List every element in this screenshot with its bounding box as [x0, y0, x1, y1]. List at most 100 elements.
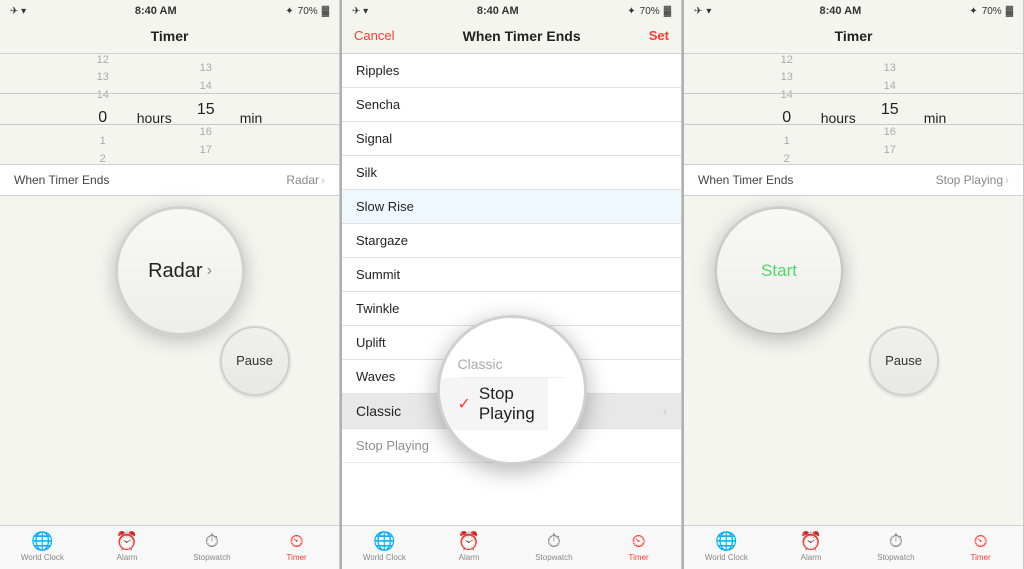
timer-ends-row-3[interactable]: When Timer Ends Stop Playing › — [684, 164, 1023, 196]
set-button[interactable]: Set — [649, 28, 669, 43]
pause-button-3[interactable]: Pause — [869, 326, 939, 396]
picker-3[interactable]: 12 13 14 0 1 2 hours 13 14 15 16 17 min — [684, 54, 1023, 164]
minutes-col-3[interactable]: 13 14 15 16 17 — [860, 60, 920, 159]
hours-above-1a: 12 — [97, 54, 109, 69]
magnify-content: Classic ✓ Stop Playing — [440, 351, 584, 430]
alarm-icon-2: ⏰ — [458, 531, 480, 552]
magnify-circle-3: Start — [714, 206, 844, 336]
tab-stopwatch-1[interactable]: ⏱ Stopwatch — [170, 531, 255, 562]
status-left-3: ✈ ▾ — [694, 6, 711, 17]
bluetooth-icon: ✦ — [285, 6, 293, 17]
tab-worldclock-1[interactable]: 🌐 World Clock — [0, 531, 85, 562]
min-above-3a: 13 — [884, 60, 896, 78]
tab-stopwatch-2[interactable]: ⏱ Stopwatch — [512, 531, 597, 562]
tab-worldclock-2[interactable]: 🌐 World Clock — [342, 531, 427, 562]
list-item-signal[interactable]: Signal — [342, 122, 681, 156]
timer-label-3: Timer — [971, 553, 991, 562]
status-right-3: ✦ 70% ▓ — [969, 6, 1013, 17]
alarm-label-2: Alarm — [459, 553, 480, 562]
magnify-stop-playing[interactable]: ✓ Stop Playing — [440, 378, 548, 430]
list-item-sencha[interactable]: Sencha — [342, 88, 681, 122]
alarm-label-1: Alarm — [117, 553, 138, 562]
min-below-1b: 17 — [200, 142, 212, 160]
list-item-slowrise[interactable]: Slow Rise — [342, 190, 681, 224]
chevron-right-1: › — [321, 173, 325, 187]
hours-col-1[interactable]: 12 13 14 0 1 2 — [73, 54, 133, 164]
battery-icon-2: ▓ — [664, 6, 671, 17]
nav-title-2: When Timer Ends — [394, 28, 648, 44]
plane-icon-3: ✈ — [694, 6, 702, 17]
ripples-label: Ripples — [356, 63, 399, 78]
list-item-silk[interactable]: Silk — [342, 156, 681, 190]
pause-button-1[interactable]: Pause — [220, 326, 290, 396]
wifi-icon-3: ▾ — [706, 6, 711, 17]
pause-label-3: Pause — [885, 353, 922, 368]
timer-icon-2: ⏲ — [632, 531, 646, 552]
status-bar-3: ✈ ▾ 8:40 AM ✦ 70% ▓ — [684, 0, 1023, 20]
cancel-button[interactable]: Cancel — [354, 28, 394, 43]
list-item-ripples[interactable]: Ripples — [342, 54, 681, 88]
hours-above-3a: 12 — [781, 54, 793, 69]
min-label-3: min — [924, 94, 947, 126]
hours-col-3[interactable]: 12 13 14 0 1 2 — [757, 54, 817, 164]
stopwatch-icon-2: ⏱ — [547, 531, 561, 552]
status-time-2: 8:40 AM — [477, 5, 519, 17]
stopwatch-label-1: Stopwatch — [193, 553, 230, 562]
hours-selected-1: 0 — [98, 104, 107, 133]
start-magnified[interactable]: Start — [717, 209, 841, 333]
classic-chevron: › — [663, 404, 667, 418]
stargaze-label: Stargaze — [356, 233, 408, 248]
nav-bar-1: Timer — [0, 20, 339, 54]
hours-selected-3: 0 — [782, 104, 791, 133]
status-bar-2: ✈ ▾ 8:40 AM ✦ 70% ▓ — [342, 0, 681, 20]
stopwatch-icon-3: ⏱ — [889, 531, 903, 552]
radar-label: Radar — [148, 260, 202, 283]
worldclock-icon-1: 🌐 — [31, 531, 53, 552]
status-left-1: ✈ ▾ — [10, 6, 26, 17]
tab-timer-2[interactable]: ⏲ Timer — [596, 531, 681, 562]
tab-alarm-2[interactable]: ⏰ Alarm — [427, 531, 512, 562]
worldclock-icon-3: 🌐 — [715, 531, 737, 552]
pause-label-1: Pause — [236, 353, 273, 368]
nav-title-1: Timer — [52, 28, 287, 44]
nav-title-3: Timer — [736, 28, 971, 44]
status-right-2: ✦ 70% ▓ — [627, 6, 671, 17]
min-below-1a: 16 — [200, 124, 212, 142]
uplift-label: Uplift — [356, 335, 386, 350]
worldclock-label-2: World Clock — [363, 553, 406, 562]
twinkle-label: Twinkle — [356, 301, 399, 316]
tab-alarm-1[interactable]: ⏰ Alarm — [85, 531, 170, 562]
status-right-1: ✦ 70% ▓ — [285, 6, 329, 17]
magnify-classic: Classic — [458, 351, 566, 378]
worldclock-label-1: World Clock — [21, 553, 64, 562]
screen-2: ✈ ▾ 8:40 AM ✦ 70% ▓ Cancel When Timer En… — [342, 0, 682, 569]
min-below-3a: 16 — [884, 124, 896, 142]
min-above-1a: 13 — [200, 60, 212, 78]
tab-stopwatch-3[interactable]: ⏱ Stopwatch — [854, 531, 939, 562]
alarm-icon-3: ⏰ — [800, 531, 822, 552]
classic-label: Classic — [356, 403, 401, 419]
min-label-1: min — [240, 94, 263, 126]
tab-timer-1[interactable]: ⏲ Timer — [254, 531, 339, 562]
timer-ends-row-1[interactable]: When Timer Ends Radar › — [0, 164, 339, 196]
minutes-col-1[interactable]: 13 14 15 16 17 — [176, 60, 236, 159]
tab-alarm-3[interactable]: ⏰ Alarm — [769, 531, 854, 562]
list-item-summit[interactable]: Summit — [342, 258, 681, 292]
stopwatch-label-3: Stopwatch — [877, 553, 914, 562]
alarm-label-3: Alarm — [801, 553, 822, 562]
tab-bar-3: 🌐 World Clock ⏰ Alarm ⏱ Stopwatch ⏲ Time… — [684, 525, 1023, 569]
battery-icon-1: ▓ — [322, 6, 329, 17]
list-item-stargaze[interactable]: Stargaze — [342, 224, 681, 258]
sencha-label: Sencha — [356, 97, 400, 112]
summit-label: Summit — [356, 267, 400, 282]
tab-worldclock-3[interactable]: 🌐 World Clock — [684, 531, 769, 562]
hours-above-3b: 13 — [781, 69, 793, 87]
picker-1[interactable]: 12 13 14 0 1 2 hours 13 14 15 16 17 min — [0, 54, 339, 164]
tab-timer-3[interactable]: ⏲ Timer — [938, 531, 1023, 562]
min-selected-3: 15 — [881, 96, 899, 125]
hours-above-1b: 13 — [97, 69, 109, 87]
silk-label: Silk — [356, 165, 377, 180]
radar-chevron: › — [207, 262, 212, 280]
screen-2-content: Ripples Sencha Signal Silk Slow Rise Sta… — [342, 54, 681, 525]
magnify-circle-1: Radar › — [115, 206, 245, 336]
